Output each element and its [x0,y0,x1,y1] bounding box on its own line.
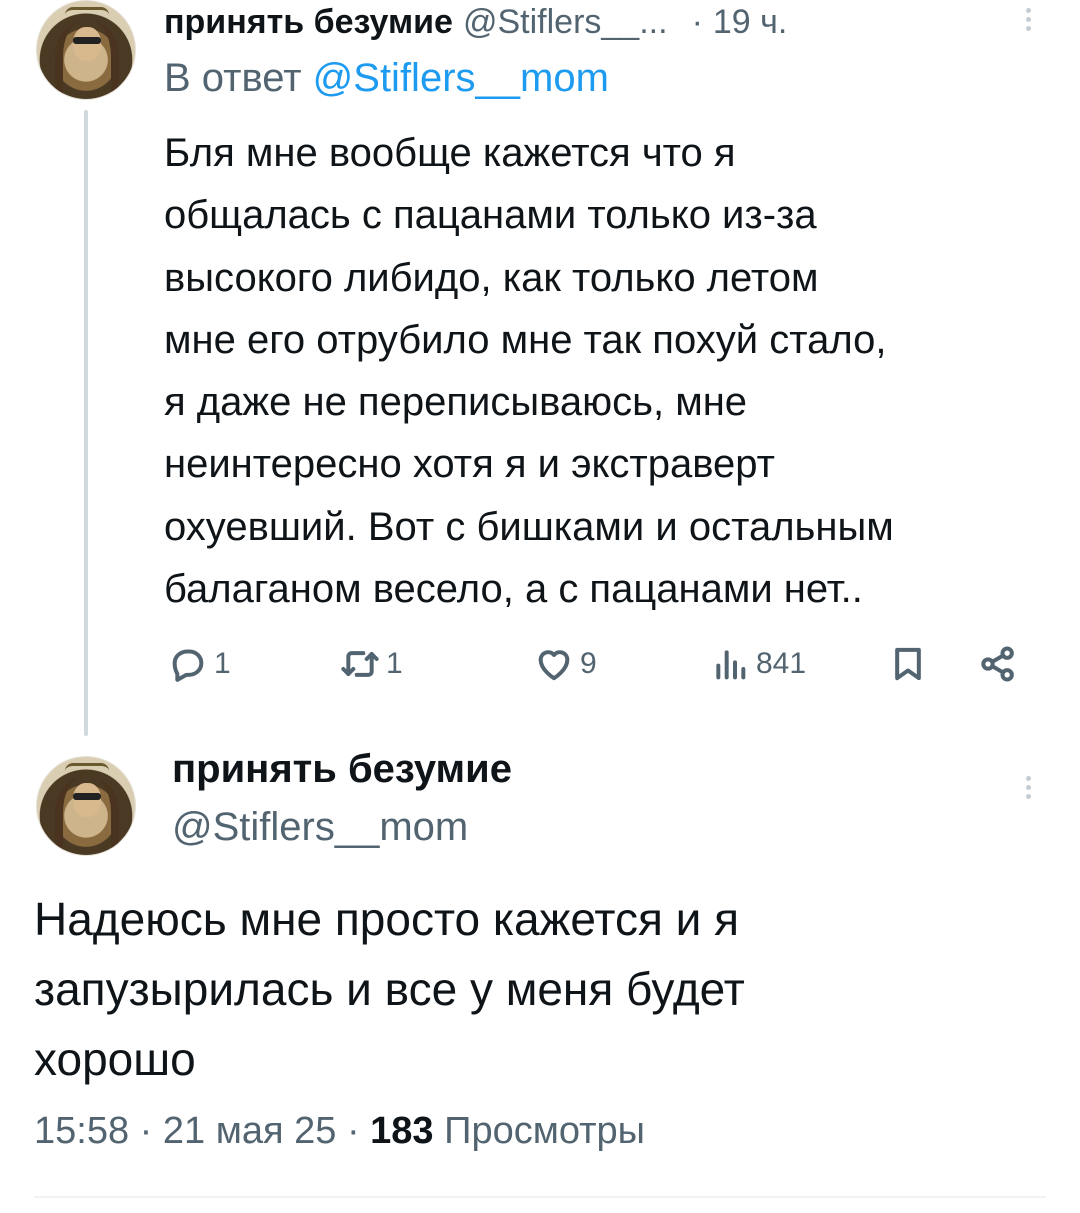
text-line: запузырилась и все у меня будет [34,963,745,1015]
thread-connector-line [84,110,88,736]
separator-dot: · [346,1110,360,1152]
text-line: высокого либидо, как только летом [164,255,819,300]
text-line: охуевший. Вот с бишками и остальным [164,504,894,549]
text-line: Надеюсь мне просто кажется и я [34,893,740,945]
reply-button[interactable]: 1 [168,634,231,694]
author-handle[interactable]: @Stiflers__... [463,3,668,42]
tweet-date[interactable]: 21 мая 25 [163,1110,337,1152]
views-button[interactable]: 841 [710,634,806,694]
like-button[interactable]: 9 [534,634,597,694]
reply-tweet[interactable]: принять безумие @Stiflers__... · 19 ч. В… [0,0,1080,740]
tweet-action-bar: 1 1 9 841 [164,634,1034,694]
main-tweet-text: Надеюсь мне просто кажется и я запузырил… [34,884,1044,1094]
reply-count: 1 [214,647,231,680]
share-nodes-icon [981,646,1014,682]
more-vertical-icon[interactable] [1018,772,1038,806]
retweet-count: 1 [386,647,403,680]
tweet-meta: 15:58 · 21 мая 25 · 183 Просмотры [34,1110,645,1153]
separator-dot: · [691,2,703,41]
tweet-time[interactable]: 15:58 [34,1110,129,1152]
bookmark-icon [895,647,921,681]
comment-bubble-icon [172,649,204,682]
reply-mention-link[interactable]: @Stiflers__mom [313,56,609,100]
separator-dot: · [139,1110,153,1152]
reply-prefix: В ответ [164,56,302,100]
text-line: неинтересно хотя я и экстраверт [164,442,775,487]
views-count: 183 [370,1110,434,1152]
bar-chart-icon [716,650,746,680]
retweet-arrows-icon [341,651,379,677]
views-label: Просмотры [444,1110,645,1152]
author-avatar[interactable] [36,756,136,856]
like-count: 9 [580,647,597,680]
author-avatar[interactable] [36,0,136,100]
author-name[interactable]: принять безумие [172,744,512,794]
tweet-time-ago[interactable]: 19 ч. [713,3,787,42]
bookmark-button[interactable] [888,634,928,694]
text-line: балаганом весело, а с пацанами нет.. [164,567,863,612]
more-vertical-icon[interactable] [1018,4,1038,38]
author-name[interactable]: принять безумие [164,3,453,42]
author-handle[interactable]: @Stiflers__mom [172,798,512,856]
reply-tweet-text: Бля мне вообще кажется что я общалась с … [164,122,1044,620]
text-line: мне его отрубило мне так похуй стало, [164,317,887,362]
divider [34,1196,1046,1198]
text-line: общалась с пацанами только из-за [164,193,817,238]
main-tweet-header: принять безумие @Stiflers__mom [172,744,512,856]
text-line: хорошо [34,1033,196,1085]
text-line: я даже не переписываюсь, мне [164,380,748,425]
replying-to-line: В ответ @Stiflers__mom [164,56,609,101]
view-count: 841 [756,647,807,680]
reply-tweet-header: принять безумие @Stiflers__... · 19 ч. [164,0,787,44]
retweet-button[interactable]: 1 [340,634,403,694]
share-button[interactable] [978,634,1018,694]
text-line: Бля мне вообще кажется что я [164,131,736,175]
heart-icon [538,650,570,681]
